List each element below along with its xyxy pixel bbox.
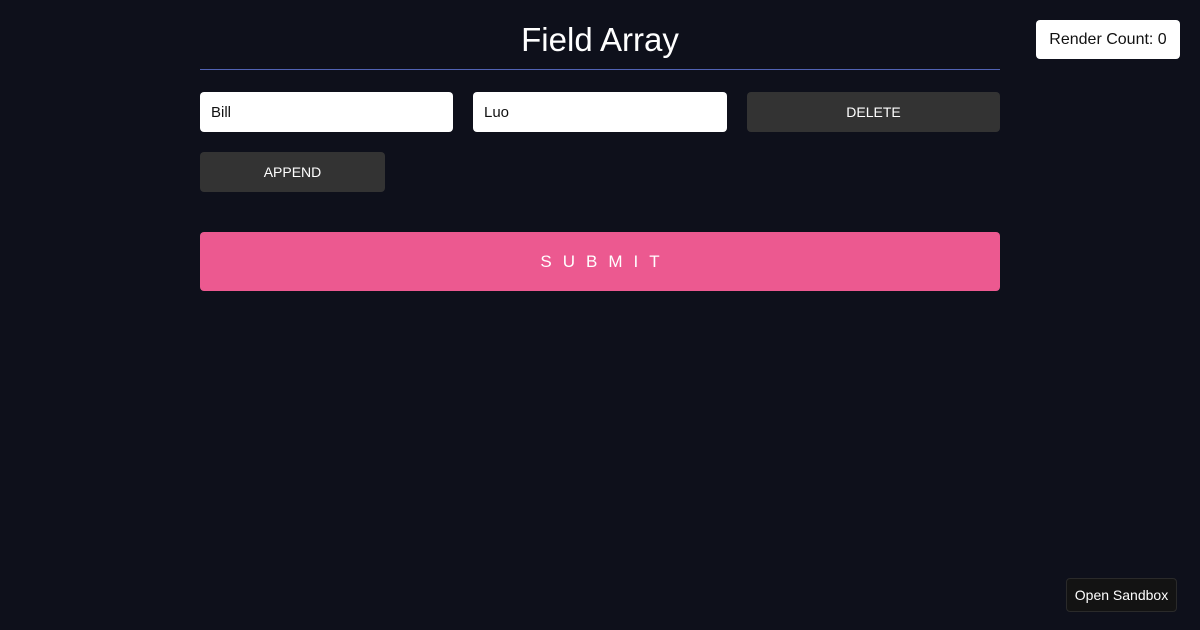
open-sandbox-button[interactable]: Open Sandbox [1066, 578, 1177, 612]
field-row: DELETE [200, 92, 1000, 132]
render-count-badge: Render Count: 0 [1036, 20, 1180, 59]
delete-button[interactable]: DELETE [747, 92, 1000, 132]
title-divider [200, 69, 1000, 70]
page-title: Field Array [521, 21, 679, 58]
append-button[interactable]: APPEND [200, 152, 385, 192]
last-name-input[interactable] [473, 92, 727, 132]
first-name-input[interactable] [200, 92, 453, 132]
page: Field Array Render Count: 0 DELETE APPEN… [0, 0, 1200, 630]
submit-button[interactable]: SUBMIT [200, 232, 1000, 291]
